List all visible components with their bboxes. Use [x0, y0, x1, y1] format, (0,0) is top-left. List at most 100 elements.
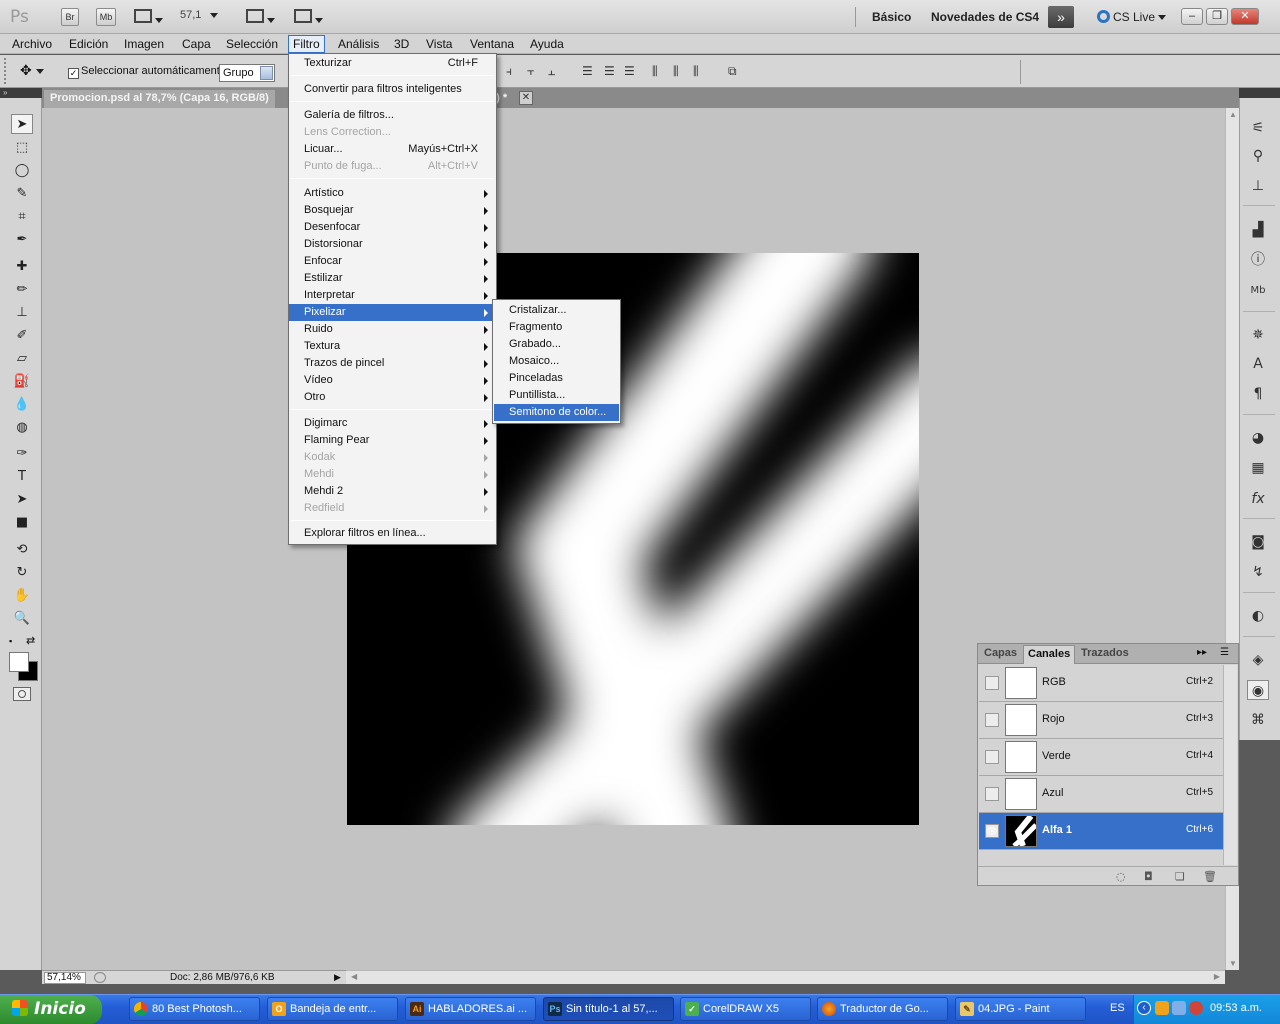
menu-item-distorsionar[interactable]: Distorsionar: [289, 236, 496, 253]
bridge-button[interactable]: Br: [61, 8, 79, 26]
crop-tool[interactable]: ⌗: [11, 207, 33, 227]
foreground-color-swatch[interactable]: [9, 652, 29, 672]
swatches-icon[interactable]: ▦: [1247, 458, 1269, 478]
status-menu-arrow-icon[interactable]: ▶: [334, 972, 341, 983]
move-tool-preset-picker[interactable]: ✥: [20, 63, 45, 79]
menu-ventana[interactable]: Ventana: [466, 36, 518, 52]
masks-icon[interactable]: ◙: [1247, 532, 1269, 552]
tab-trazados[interactable]: Trazados: [1081, 647, 1129, 659]
menu-item-licuar[interactable]: Licuar... Mayús+Ctrl+X: [289, 141, 496, 158]
menu-item-pixelizar[interactable]: Pixelizar: [289, 304, 496, 321]
path-selection-tool[interactable]: ➤: [11, 490, 33, 510]
quick-selection-tool[interactable]: ✎: [11, 184, 33, 204]
menu-item-otro[interactable]: Otro: [289, 389, 496, 406]
distribute-right-icon[interactable]: ⫼: [693, 64, 699, 79]
healing-brush-tool[interactable]: ✚: [11, 257, 33, 277]
history-icon[interactable]: ↯: [1247, 562, 1269, 582]
tab-capas[interactable]: Capas: [984, 647, 1017, 659]
menu-item-convertir-filtros-inteligentes[interactable]: Convertir para filtros inteligentes: [289, 81, 496, 98]
eyedropper-tool[interactable]: ✒: [11, 230, 33, 250]
color-icon[interactable]: ◕: [1247, 428, 1269, 448]
shape-tool[interactable]: ■: [11, 513, 33, 533]
taskbar-button-photoshop[interactable]: Ps Sin título-1 al 57,...: [543, 997, 674, 1021]
3d-orbit-tool[interactable]: ↻: [11, 563, 33, 583]
trash-icon[interactable]: 🗑: [1203, 870, 1217, 883]
menu-edicion[interactable]: Edición: [65, 36, 112, 52]
align-top-icon[interactable]: ⫞: [506, 64, 512, 79]
menu-item-bosquejar[interactable]: Bosquejar: [289, 202, 496, 219]
menu-item-galeria-filtros[interactable]: Galería de filtros...: [289, 107, 496, 124]
distribute-left-icon[interactable]: ⫼: [652, 64, 658, 79]
auto-align-layers-icon[interactable]: ⧉: [728, 64, 737, 79]
menu-3d[interactable]: 3D: [390, 36, 413, 52]
hand-tool[interactable]: ✋: [11, 586, 33, 606]
menu-item-texturizar[interactable]: Texturizar Ctrl+F: [289, 55, 496, 72]
visibility-toggle[interactable]: [985, 713, 999, 727]
taskbar-button-firefox[interactable]: Traductor de Go...: [817, 997, 948, 1021]
menu-ayuda[interactable]: Ayuda: [526, 36, 568, 52]
close-document-button[interactable]: ✕: [519, 91, 533, 105]
channel-row[interactable]: Rojo Ctrl+3: [979, 702, 1223, 739]
menu-imagen[interactable]: Imagen: [120, 36, 168, 52]
brush-presets-icon[interactable]: ⚲: [1247, 146, 1269, 166]
taskbar-button-chrome[interactable]: 80 Best Photosh...: [129, 997, 260, 1021]
default-colors-button[interactable]: ▪: [9, 636, 12, 646]
distribute-center-icon[interactable]: ☰: [604, 64, 615, 78]
clone-stamp-tool[interactable]: ⊥: [11, 303, 33, 323]
quick-mask-button[interactable]: [13, 687, 31, 701]
panel-menu-icon[interactable]: ☰: [1220, 647, 1229, 658]
menu-vista[interactable]: Vista: [422, 36, 456, 52]
menu-archivo[interactable]: Archivo: [8, 36, 56, 52]
swap-colors-button[interactable]: ⇄: [26, 634, 35, 647]
styles-fx-icon[interactable]: fx: [1247, 489, 1269, 509]
history-brush-tool[interactable]: ✐: [11, 326, 33, 346]
submenu-item-fragmento[interactable]: Fragmento: [494, 319, 619, 336]
channel-row[interactable]: Azul Ctrl+5: [979, 776, 1223, 813]
marquee-tool[interactable]: ⬚: [11, 138, 33, 158]
antivirus-icon[interactable]: [1189, 1001, 1203, 1015]
start-button[interactable]: Inicio: [0, 995, 102, 1024]
pen-tool[interactable]: ✑: [11, 444, 33, 464]
submenu-item-grabado[interactable]: Grabado...: [494, 336, 619, 353]
menu-analisis[interactable]: Análisis: [334, 36, 383, 52]
taskbar-button-paint[interactable]: ✎ 04.JPG - Paint: [955, 997, 1086, 1021]
submenu-item-mosaico[interactable]: Mosaico...: [494, 353, 619, 370]
visibility-toggle[interactable]: [985, 787, 999, 801]
auto-select-target-select[interactable]: Grupo: [219, 64, 275, 82]
menu-item-video[interactable]: Vídeo: [289, 372, 496, 389]
channels-icon[interactable]: ◉: [1247, 680, 1269, 700]
double-chevron-right-icon[interactable]: ▸▸: [1197, 647, 1207, 658]
workspace-cs4-button[interactable]: Novedades de CS4: [931, 10, 1039, 24]
horizontal-scrollbar[interactable]: ◀ ▶: [346, 970, 1225, 984]
auto-select-checkbox[interactable]: ✓ Seleccionar automáticamente:: [68, 65, 229, 79]
menu-item-interpretar[interactable]: Interpretar: [289, 287, 496, 304]
eraser-tool[interactable]: ▱: [11, 349, 33, 369]
layers-icon[interactable]: ◈: [1247, 650, 1269, 670]
minimize-button[interactable]: –: [1181, 8, 1203, 25]
menu-item-ruido[interactable]: Ruido: [289, 321, 496, 338]
clone-source-icon[interactable]: ⊥: [1247, 176, 1269, 196]
zoom-level-dropdown[interactable]: 57,1: [180, 9, 219, 21]
3d-rotate-tool[interactable]: ⟲: [11, 540, 33, 560]
menu-item-digimarc[interactable]: Digimarc: [289, 415, 496, 432]
taskbar-button-illustrator[interactable]: Ai HABLADORES.ai ...: [405, 997, 536, 1021]
channel-row[interactable]: Verde Ctrl+4: [979, 739, 1223, 776]
document-tab[interactable]: Promocion.psd al 78,7% (Capa 16, RGB/8): [44, 90, 275, 108]
info-icon[interactable]: ⓘ: [1247, 250, 1269, 270]
status-zoom-field[interactable]: 57,14%: [44, 972, 86, 984]
restore-button[interactable]: ❐: [1206, 8, 1228, 25]
menu-item-enfocar[interactable]: Enfocar: [289, 253, 496, 270]
type-tool[interactable]: T: [11, 467, 33, 487]
more-workspaces-button[interactable]: »: [1048, 6, 1074, 28]
view-extras-dropdown[interactable]: [134, 9, 164, 26]
submenu-item-cristalizar[interactable]: Cristalizar...: [494, 302, 619, 319]
taskbar-button-coreldraw[interactable]: ✓ CorelDRAW X5: [680, 997, 811, 1021]
load-channel-as-selection-icon[interactable]: ◌: [1116, 870, 1126, 883]
eye-icon[interactable]: 👁: [985, 824, 999, 838]
cs-live-dropdown[interactable]: CS Live: [1097, 10, 1167, 24]
panel-dock-header[interactable]: [1239, 88, 1280, 98]
submenu-item-semitono-de-color[interactable]: Semitono de color...: [494, 404, 619, 421]
menu-capa[interactable]: Capa: [178, 36, 215, 52]
clock[interactable]: 09:53 a.m.: [1210, 1002, 1262, 1014]
menu-seleccion[interactable]: Selección: [222, 36, 282, 52]
